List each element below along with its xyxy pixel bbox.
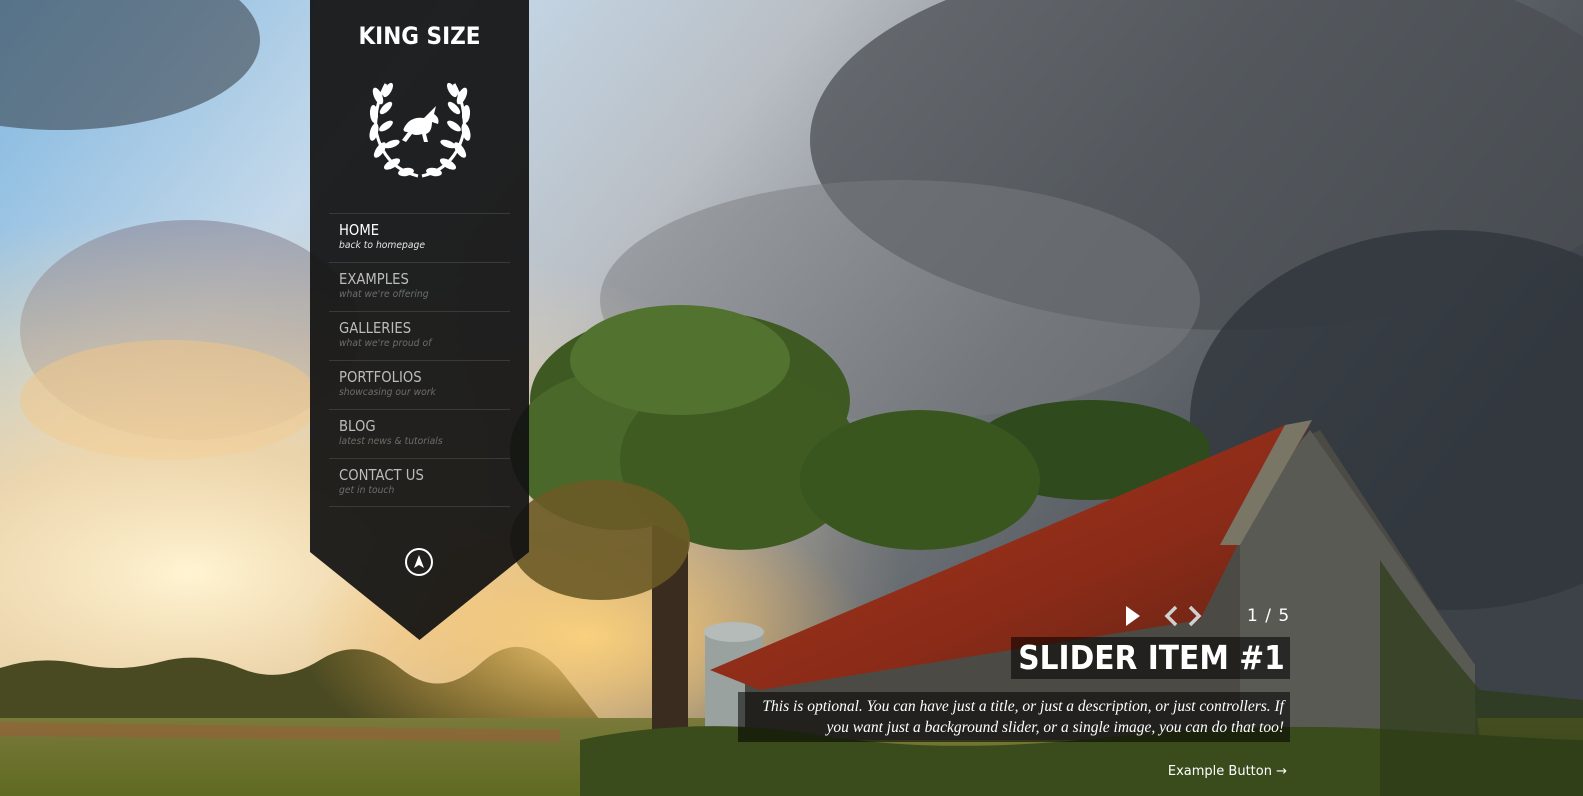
slide-description: This is optional. You can have just a ti… [738,692,1290,742]
chevron-right-icon[interactable] [1187,605,1203,627]
play-icon[interactable] [1125,605,1141,627]
nav-item-label: HOME [339,221,380,239]
nav-item-label: GALLERIES [339,319,412,337]
slide-counter: 1 / 5 [1247,606,1291,626]
scroll-up-button[interactable] [405,548,433,576]
nav-item-home[interactable]: HOME back to homepage [329,213,510,262]
nav-item-subtitle: what we're offering [339,289,429,300]
laurel-unicorn-icon[interactable] [366,76,474,182]
nav-item-contact-us[interactable]: CONTACT US get in touch [329,458,510,507]
nav-item-galleries[interactable]: GALLERIES what we're proud of [329,311,510,360]
slide-title: SLIDER ITEM #1 [1010,637,1290,679]
nav-item-label: EXAMPLES [339,270,409,288]
site-title[interactable]: KING SIZE [321,22,518,50]
nav-item-label: CONTACT US [339,466,424,484]
nav-item-subtitle: back to homepage [339,240,426,251]
nav-item-blog[interactable]: BLOG latest news & tutorials [329,409,510,458]
main-nav: HOME back to homepage EXAMPLES what we'r… [329,213,510,507]
nav-item-portfolios[interactable]: PORTFOLIOS showcasing our work [329,360,510,409]
nav-item-subtitle: what we're proud of [339,338,432,349]
chevron-left-icon[interactable] [1163,605,1179,627]
arrow-up-circle-icon [414,555,424,568]
nav-item-subtitle: latest news & tutorials [339,436,443,447]
background-photo [0,0,1583,796]
sidebar: KING SIZE HOME back to homepage EXAMPLES… [310,0,529,640]
nav-item-subtitle: get in touch [339,485,395,496]
nav-item-label: PORTFOLIOS [339,368,422,386]
nav-item-label: BLOG [339,417,376,435]
example-button[interactable]: Example Button → [1168,764,1287,779]
nav-item-examples[interactable]: EXAMPLES what we're offering [329,262,510,311]
nav-item-subtitle: showcasing our work [339,387,436,398]
